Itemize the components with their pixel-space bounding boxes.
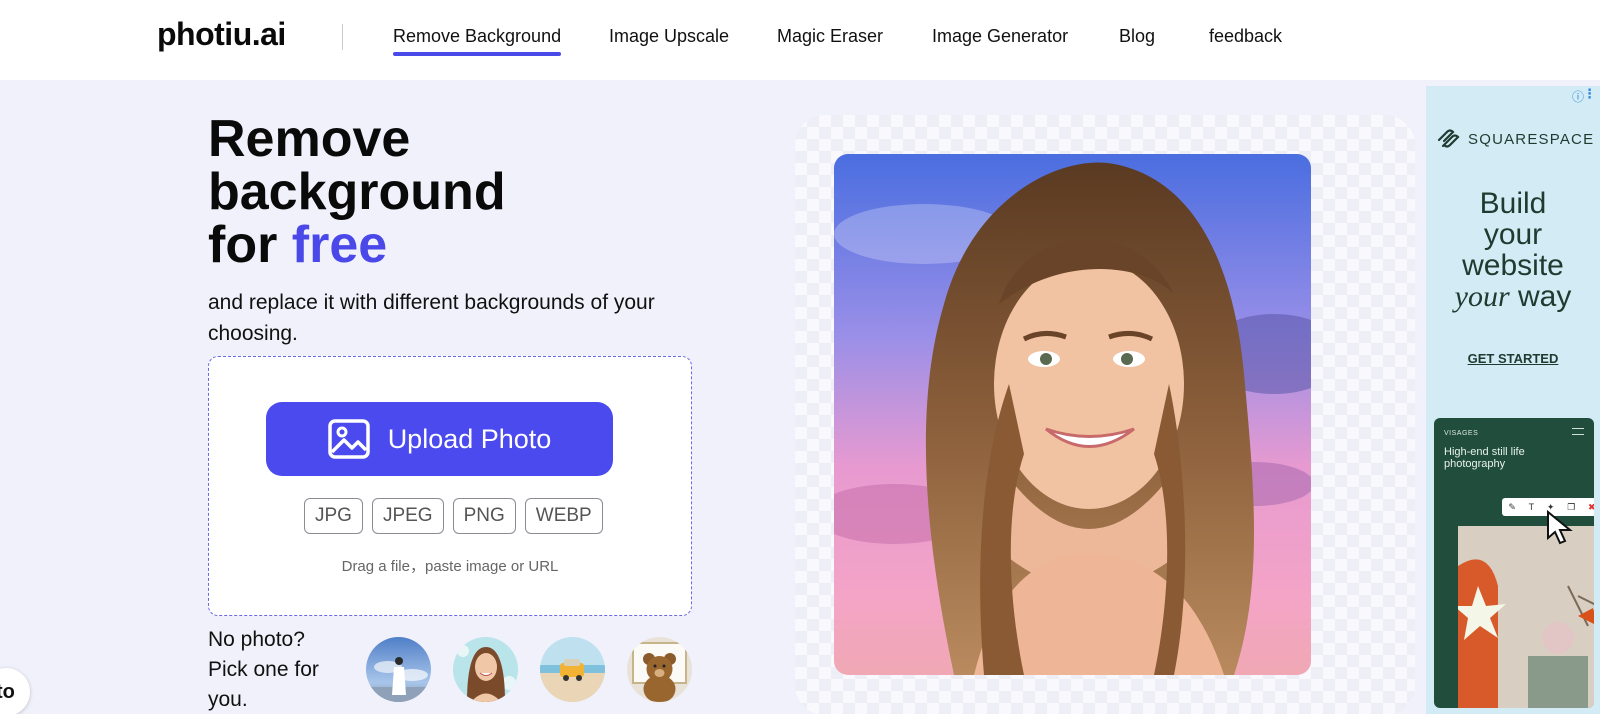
text-icon: T (1528, 502, 1535, 512)
ad-headline-1: Build (1479, 187, 1547, 220)
format-chip-jpg: JPG (304, 498, 363, 534)
chat-widget-button[interactable]: to (0, 668, 30, 714)
nav-magic-eraser[interactable]: Magic Eraser (777, 26, 883, 47)
site-header: photiu.ai Remove Background Image Upscal… (0, 0, 1600, 80)
sample-teddy-bear[interactable] (627, 637, 692, 702)
ad-headline: Build your website your way (1426, 188, 1600, 312)
ad-headline-4-rest: way (1509, 280, 1572, 313)
site-logo[interactable]: photiu.ai (157, 16, 286, 53)
image-icon (327, 419, 370, 459)
ad-brand-name: SQUARESPACE (1468, 130, 1595, 148)
sample-list (366, 637, 692, 702)
hero-title-line2: background (208, 163, 506, 221)
sample-prompt: No photo? Pick one for you. (208, 628, 319, 711)
nav-image-upscale[interactable]: Image Upscale (609, 26, 729, 47)
ad-mock-brand: VISAGES (1444, 430, 1479, 437)
sample-sky-woman[interactable] (366, 637, 431, 702)
format-chip-png: PNG (452, 498, 516, 534)
ad-headline-2: your (1483, 218, 1543, 251)
format-chip-webp: WEBP (524, 498, 603, 534)
ad-brand: SQUARESPACE (1436, 128, 1594, 150)
ad-more-icon[interactable]: ⋮ (1583, 86, 1596, 102)
ad-mock-scene (1454, 526, 1594, 708)
ad-headline-4-italic: your (1454, 280, 1510, 313)
hero-title-line3: for (208, 216, 292, 274)
header-divider (342, 24, 343, 50)
sidebar-ad[interactable]: ⓘ ⋮ SQUARESPACE Build your website your … (1426, 86, 1600, 714)
hero-title-accent: free (291, 216, 388, 274)
cursor-icon (1547, 510, 1573, 545)
nav-blog[interactable]: Blog (1119, 26, 1155, 47)
ad-mock-menu-icon (1572, 428, 1584, 435)
format-list: JPG JPEG PNG WEBP (304, 498, 603, 534)
ad-headline-3: website (1462, 249, 1564, 282)
upload-dropzone[interactable]: Upload Photo JPG JPEG PNG WEBP Drag a fi… (208, 356, 692, 616)
format-chip-jpeg: JPEG (371, 498, 444, 534)
pencil-icon: ✎ (1508, 501, 1516, 512)
hero-title: Remove background for free (208, 113, 506, 272)
hero-subtitle: and replace it with different background… (208, 291, 655, 345)
hero-title-line1: Remove (208, 110, 411, 168)
sample-portrait[interactable] (453, 637, 518, 702)
drag-hint: Drag a file，paste image or URL (341, 558, 559, 575)
squarespace-logo-icon (1437, 129, 1460, 148)
ad-get-started-link[interactable]: GET STARTED (1426, 351, 1600, 366)
ad-mockup: VISAGES High-end still life photography … (1434, 418, 1594, 708)
nav-remove-background[interactable]: Remove Background (393, 26, 562, 56)
upload-photo-label: Upload Photo (387, 423, 552, 454)
trash-icon: ✖ (1588, 501, 1594, 512)
preview-image (834, 154, 1311, 675)
upload-photo-button[interactable]: Upload Photo (266, 402, 613, 476)
sample-beach-car[interactable] (540, 637, 605, 702)
ad-mock-text: High-end still life photography (1444, 446, 1525, 470)
nav-image-generator[interactable]: Image Generator (932, 26, 1068, 47)
nav-feedback[interactable]: feedback (1209, 26, 1282, 47)
